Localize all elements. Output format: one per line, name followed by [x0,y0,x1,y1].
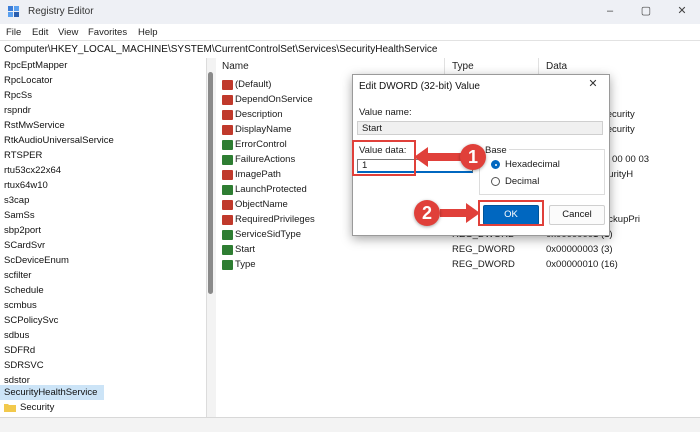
tree-item[interactable]: scfilter [4,268,31,283]
dialog-close-button[interactable]: ✕ [583,77,603,93]
tree-item[interactable]: rtu53cx22x64 [4,163,61,178]
window-title: Registry Editor [28,6,94,17]
step-2-badge: 2 [414,200,440,226]
tree-item[interactable]: sbp2port [4,223,41,238]
tree-item[interactable]: ScDeviceEnum [4,253,69,268]
close-button[interactable]: ✕ [664,0,700,24]
highlight-box-value-data [352,140,416,176]
tree-item[interactable]: RtkAudioUniversalService [4,133,114,148]
column-header-name[interactable]: Name [222,61,249,72]
value-name-label: Value name: [359,107,412,118]
string-value-icon [222,170,233,180]
tree-item[interactable]: RpcLocator [4,73,53,88]
value-name-field: Start [357,121,603,135]
maximize-button[interactable]: ▢ [628,0,664,24]
tree-item[interactable]: SamSs [4,208,35,223]
menu-file[interactable]: File [6,27,21,38]
address-bar[interactable]: Computer\HKEY_LOCAL_MACHINE\SYSTEM\Curre… [0,40,700,60]
cancel-button[interactable]: Cancel [549,205,605,225]
column-header-type[interactable]: Type [452,61,474,72]
binary-value-icon [222,140,233,150]
highlight-box-ok [478,200,544,226]
minimize-button[interactable]: – [592,0,628,24]
horizontal-scrollbar[interactable] [0,417,700,432]
tree-item[interactable]: RpcEptMapper [4,58,67,73]
tree-item[interactable]: Schedule [4,283,44,298]
dialog-title: Edit DWORD (32-bit) Value [359,81,480,92]
tree-item[interactable]: scmbus [4,298,37,313]
tree-item[interactable]: rtux64w10 [4,178,48,193]
tree-item[interactable]: SCardSvr [4,238,45,253]
binary-value-icon [222,260,233,270]
step-1-badge: 1 [460,144,486,170]
menu-help[interactable]: Help [138,27,158,38]
binary-value-icon [222,185,233,195]
folder-icon [4,404,16,412]
string-value-icon [222,215,233,225]
tree-item[interactable]: rspndr [4,103,31,118]
tree-item[interactable]: RpcSs [4,88,32,103]
tree-item[interactable]: SCPolicySvc [4,313,58,328]
tree-scrollbar-thumb[interactable] [208,72,213,294]
tree-item[interactable]: SDFRd [4,343,35,358]
registry-editor-icon [8,6,19,17]
menu-bar: File Edit View Favorites Help [0,24,700,40]
address-path[interactable]: Computer\HKEY_LOCAL_MACHINE\SYSTEM\Curre… [4,44,438,55]
table-row[interactable]: Start REG_DWORD 0x00000003 (3) [216,243,700,258]
decimal-label[interactable]: Decimal [505,176,539,187]
binary-value-icon [222,245,233,255]
string-value-icon [222,95,233,105]
hexadecimal-radio[interactable] [491,160,500,169]
tree-item[interactable]: sdbus [4,328,29,343]
tree-item-selected[interactable]: SecurityHealthService [0,385,104,400]
column-header-data[interactable]: Data [546,61,567,72]
binary-value-icon [222,230,233,240]
tree-item[interactable]: RstMwService [4,118,65,133]
tree-item[interactable]: SDRSVC [4,358,44,373]
menu-edit[interactable]: Edit [32,27,48,38]
string-value-icon [222,125,233,135]
key-tree[interactable]: RpcEptMapper RpcLocator RpcSs rspndr Rst… [0,58,207,417]
string-value-icon [222,110,233,120]
tree-subkey-label: Security [20,402,55,413]
string-value-icon [222,200,233,210]
arrow-left-icon [414,147,464,167]
table-row[interactable]: Type REG_DWORD 0x00000010 (16) [216,258,700,273]
base-label: Base [483,145,509,156]
menu-view[interactable]: View [58,27,78,38]
tree-item[interactable]: s3cap [4,193,29,208]
string-value-icon [222,80,233,90]
hexadecimal-label[interactable]: Hexadecimal [505,159,560,170]
decimal-radio[interactable] [491,177,500,186]
binary-value-icon [222,155,233,165]
tree-item[interactable]: RTSPER [4,148,42,163]
arrow-right-icon [440,203,480,223]
menu-favorites[interactable]: Favorites [88,27,127,38]
